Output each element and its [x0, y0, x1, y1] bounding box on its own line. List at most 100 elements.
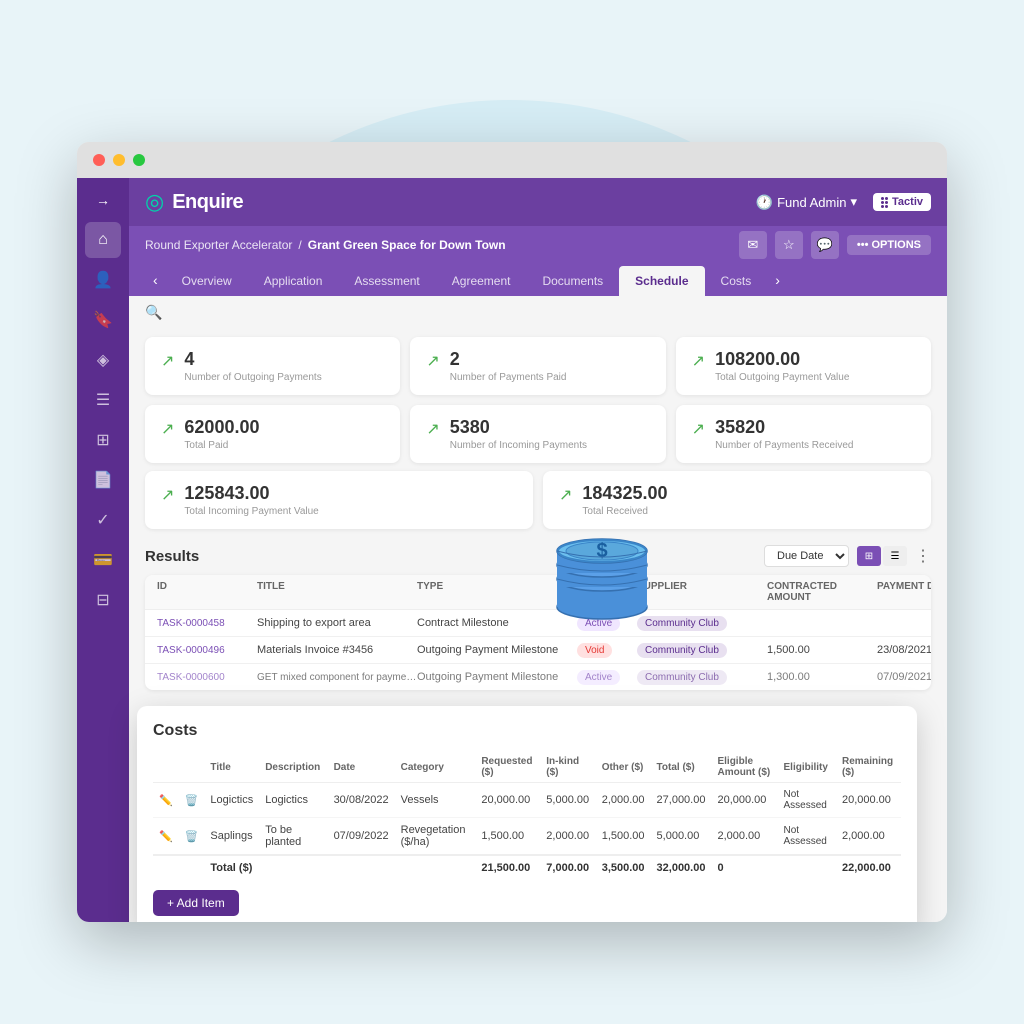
col-header-payment-date: Payment Date: [877, 581, 931, 603]
tab-assessment[interactable]: Assessment: [338, 266, 435, 296]
sidebar-item-list[interactable]: ☰: [85, 382, 121, 418]
costs-panel: Costs Title Description Date Category Re…: [137, 706, 917, 922]
more-options-icon[interactable]: ⋮: [915, 546, 931, 566]
col-header-requested: Requested ($): [475, 752, 540, 783]
tab-application[interactable]: Application: [248, 266, 339, 296]
results-controls: Due Date ⊞ ☰ ⋮: [764, 545, 931, 567]
browser-window: → ⌂ 👤 🔖 ◈ ☰ ⊞ 📄 ✓ 💳 ⊟ ◎ Enquire 🕐: [77, 142, 947, 922]
sidebar-item-grid[interactable]: ⊞: [85, 422, 121, 458]
task-id: TASK-0000496: [157, 645, 257, 656]
table-header: ID Title Type Stage Supplier Contracted …: [145, 575, 931, 610]
edit-icon[interactable]: ✏️: [159, 795, 173, 807]
minimize-dot[interactable]: [113, 154, 125, 166]
task-supplier: Community Club: [637, 617, 767, 629]
cost-eligibility: Not Assessed: [778, 783, 836, 818]
maximize-dot[interactable]: [133, 154, 145, 166]
col-header-inkind: In-kind ($): [540, 752, 595, 783]
cost-eligible: 2,000.00: [711, 818, 777, 856]
sidebar-item-bookmark[interactable]: 🔖: [85, 302, 121, 338]
task-title: Shipping to export area: [257, 617, 417, 629]
results-table: ID Title Type Stage Supplier Contracted …: [145, 575, 931, 690]
task-type: Outgoing Payment Milestone: [417, 644, 577, 656]
sidebar-item-layers[interactable]: ◈: [85, 342, 121, 378]
top-navbar: ◎ Enquire 🕐 Fund Admin ▾: [129, 178, 947, 226]
cost-remaining: 20,000.00: [836, 783, 901, 818]
stat-label: Total Paid: [184, 440, 259, 451]
costs-panel-title: Costs: [153, 722, 901, 740]
close-dot[interactable]: [93, 154, 105, 166]
options-button[interactable]: ••• OPTIONS: [847, 235, 931, 255]
breadcrumb-parent[interactable]: Round Exporter Accelerator: [145, 238, 292, 252]
logo-icon: ◎: [145, 189, 164, 215]
stat-value: 108200.00: [715, 349, 849, 370]
email-icon-button[interactable]: ✉: [739, 231, 767, 259]
stat-card-payments-paid: ↗ 2 Number of Payments Paid: [410, 337, 665, 395]
sidebar-item-home[interactable]: ⌂: [85, 222, 121, 258]
costs-table: Title Description Date Category Requeste…: [153, 752, 901, 880]
chat-icon-button[interactable]: 💬: [811, 231, 839, 259]
cost-category: Revegetation ($/ha): [395, 818, 476, 856]
tab-next-button[interactable]: ›: [767, 264, 788, 296]
sidebar-collapse-button[interactable]: →: [85, 186, 121, 214]
trend-up-icon: ↗: [426, 419, 439, 439]
cost-title: Logictics: [204, 783, 259, 818]
table-row[interactable]: TASK-0000458 Shipping to export area Con…: [145, 610, 931, 637]
tab-overview[interactable]: Overview: [166, 266, 248, 296]
total-inkind: 7,000.00: [540, 855, 595, 880]
cost-other: 2,000.00: [596, 783, 651, 818]
tab-documents[interactable]: Documents: [526, 266, 619, 296]
col-header-supplier: Supplier: [637, 581, 767, 603]
sidebar-item-document[interactable]: 📄: [85, 462, 121, 498]
stat-label: Total Incoming Payment Value: [184, 506, 318, 517]
edit-icon[interactable]: ✏️: [159, 831, 173, 843]
total-remaining: 22,000.00: [836, 855, 901, 880]
stat-label: Total Outgoing Payment Value: [715, 372, 849, 383]
cost-eligibility: Not Assessed: [778, 818, 836, 856]
stat-value: 4: [184, 349, 321, 370]
sidebar-item-payment[interactable]: 💳: [85, 542, 121, 578]
trend-up-icon: ↗: [161, 485, 174, 505]
list-view-button[interactable]: ☰: [883, 546, 907, 566]
grid-view-button[interactable]: ⊞: [857, 546, 881, 566]
sidebar-item-user[interactable]: 👤: [85, 262, 121, 298]
cost-description: To be planted: [259, 818, 327, 856]
browser-chrome: [77, 142, 947, 178]
col-header-title: Title: [257, 581, 417, 603]
tab-prev-button[interactable]: ‹: [145, 264, 166, 296]
delete-icon[interactable]: 🗑️: [185, 795, 199, 807]
total-eligible: 0: [711, 855, 777, 880]
results-title: Results: [145, 548, 199, 565]
delete-icon[interactable]: 🗑️: [185, 831, 199, 843]
sidebar: → ⌂ 👤 🔖 ◈ ☰ ⊞ 📄 ✓ 💳 ⊟: [77, 178, 129, 922]
total-requested: 21,500.00: [475, 855, 540, 880]
stats-grid: ↗ 4 Number of Outgoing Payments ↗ 2 Numb…: [129, 329, 947, 471]
col-header-date: Date: [328, 752, 395, 783]
add-item-button[interactable]: + Add Item: [153, 890, 239, 916]
col-header-stage: Stage: [577, 581, 637, 603]
table-row[interactable]: TASK-0000496 Materials Invoice #3456 Out…: [145, 637, 931, 664]
search-bar: 🔍: [129, 296, 947, 329]
tab-schedule[interactable]: Schedule: [619, 266, 704, 296]
stat-value: 5380: [450, 417, 587, 438]
sidebar-item-check[interactable]: ✓: [85, 502, 121, 538]
search-icon: 🔍: [145, 304, 162, 321]
sidebar-item-copy[interactable]: ⊟: [85, 582, 121, 618]
logo-text: Enquire: [172, 191, 243, 214]
col-header-id: ID: [157, 581, 257, 603]
fund-admin-menu[interactable]: 🕐 Fund Admin ▾: [756, 194, 857, 211]
cost-other: 1,500.00: [596, 818, 651, 856]
cost-total: 5,000.00: [651, 818, 712, 856]
task-stage: Active: [577, 617, 637, 629]
stat-value: 2: [450, 349, 567, 370]
task-stage: Void: [577, 644, 637, 656]
tab-costs[interactable]: Costs: [705, 266, 768, 296]
cost-title: Saplings: [204, 818, 259, 856]
col-header-type: Type: [417, 581, 577, 603]
tab-agreement[interactable]: Agreement: [436, 266, 527, 296]
cost-requested: 20,000.00: [475, 783, 540, 818]
table-row[interactable]: TASK-0000600 GET mixed component for pay…: [145, 664, 931, 690]
star-icon-button[interactable]: ☆: [775, 231, 803, 259]
due-date-select[interactable]: Due Date: [764, 545, 849, 567]
results-header: Results Due Date ⊞ ☰ ⋮: [145, 545, 931, 567]
stats-grid-row2: ↗ 125843.00 Total Incoming Payment Value…: [129, 471, 947, 537]
